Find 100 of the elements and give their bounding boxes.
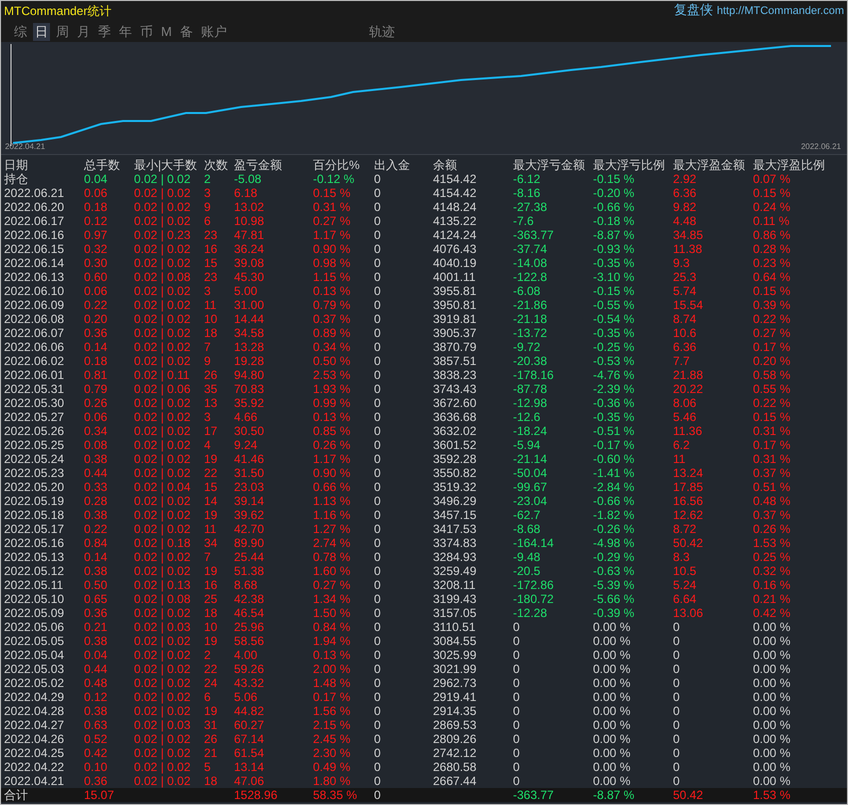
lots-cell-text: 0.38 [84,564,108,578]
tab[interactable]: 轨迹 [366,22,397,40]
tab[interactable]: 月 [75,22,92,40]
balance-cell-text: 3157.05 [433,606,478,620]
max-float-profit-cell-text: 20.22 [673,382,704,396]
percent-cell-text: 0.17 % [313,690,352,704]
max-float-profit-cell-text: 8.06 [673,396,698,410]
min-max-lots-cell-text: 0.02 | 0.02 [134,550,192,564]
min-max-lots-cell-text: 0.02 | 0.02 [134,200,192,214]
column-header: 出入金 [374,158,411,172]
max-float-loss-percent-cell-text: -0.25 % [593,340,636,354]
deposit-cell-text: 0 [374,298,382,312]
lots-cell-text: 0.42 [84,746,108,760]
tab[interactable]: 综 [12,22,29,40]
max-float-loss-cell-text: 0 [513,746,521,760]
max-float-profit-percent-cell-text: 0.64 % [753,270,792,284]
max-float-loss-cell-text: -27.38 [513,200,548,214]
profit-cell-text: 41.46 [234,452,266,466]
percent-cell-text: 0.13 % [313,284,352,298]
min-max-lots-cell-text: 0.02 | 0.02 [134,466,192,480]
tab[interactable]: 日 [33,22,50,40]
max-float-profit-percent-cell-text: 0.37 % [753,508,792,522]
profit-cell-text: 6.18 [234,186,258,200]
tab[interactable]: M [159,22,174,40]
balance-cell-text: 3636.68 [433,410,478,424]
deposit-cell-text: 0 [374,452,382,466]
max-float-loss-cell-text: -363.77 [513,228,555,242]
count-cell-text: 2 [204,172,212,186]
axis-label: 2022.04.21 [5,141,46,153]
balance-cell-text: 2742.12 [433,746,478,760]
balance-cell-text: 2869.53 [433,718,478,732]
balance-cell-text: 3284.93 [433,550,478,564]
lots-cell-text: 0.12 [84,214,108,228]
deposit-cell-text: 0 [374,214,382,228]
min-max-lots-cell-text: 0.02 | 0.03 [134,718,192,732]
date-cell-text: 2022.06.09 [4,298,66,312]
max-float-loss-percent-cell-text: -0.39 % [593,606,636,620]
min-max-lots-cell-text: 0.02 | 0.02 [134,634,192,648]
tab[interactable]: 账户 [198,22,229,40]
min-max-lots-cell-text: 0.02 | 0.02 [134,494,192,508]
min-max-lots-cell-text: 0.02 | 0.02 [134,354,192,368]
count-cell-text: 34 [204,536,218,550]
max-float-profit-percent-cell-text: 0.00 % [753,774,792,788]
balance-cell-text: 3857.51 [433,354,478,368]
balance-cell-text: 3905.37 [433,326,478,340]
app-title: MTCommander统计 [4,3,112,20]
tab[interactable]: 年 [117,22,134,40]
min-max-lots-cell-text: 0.02 | 0.02 [134,564,192,578]
min-max-lots-cell-text: 0.02 | 0.02 [134,508,192,522]
date-cell-text: 2022.06.16 [4,228,66,242]
date-cell-text: 2022.05.09 [4,606,66,620]
lots-cell-text: 0.04 [84,648,108,662]
max-float-profit-cell-text: 9.82 [673,200,698,214]
lots-cell-text: 0.22 [84,522,108,536]
lots-cell-text: 0.52 [84,732,108,746]
max-float-loss-cell-text: -12.28 [513,606,548,620]
count-cell-text: 21 [204,746,218,760]
tab[interactable]: 备 [178,22,195,40]
balance-cell-text: 2680.58 [433,760,478,774]
max-float-profit-cell-text: 16.56 [673,494,704,508]
deposit-cell-text: 0 [374,368,382,382]
max-float-profit-cell-text: 2.92 [673,172,698,186]
date-cell-text: 2022.05.12 [4,564,66,578]
website-link[interactable]: http://MTCommander.com [716,2,844,20]
count-cell-text: 25 [204,592,218,606]
tab[interactable]: 周 [54,22,71,40]
lots-cell-text: 0.50 [84,578,108,592]
axis-label: 2022.06.21 [800,141,841,153]
profit-cell-text: 44.82 [234,704,266,718]
profit-cell-text: 43.32 [234,676,266,690]
count-cell-text: 31 [204,718,218,732]
deposit-cell-text: 0 [374,690,382,704]
count-cell-text: 17 [204,424,218,438]
max-float-loss-percent-cell-text: -5.66 % [593,592,636,606]
tab[interactable]: 季 [96,22,113,40]
balance-cell-text: 2962.73 [433,676,478,690]
percent-cell-text: 0.84 % [313,620,352,634]
min-max-lots-cell-text: 0.02 | 0.04 [134,480,192,494]
max-float-loss-percent-cell-text: 0.00 % [593,620,632,634]
date-cell-text: 2022.05.20 [4,480,66,494]
max-float-profit-cell-text: 4.48 [673,214,698,228]
lots-cell-text: 0.21 [84,620,108,634]
profit-cell-text: 25.44 [234,550,266,564]
max-float-loss-percent-cell-text: -0.20 % [593,186,636,200]
percent-cell-text: 0.37 % [313,312,352,326]
max-float-profit-cell-text: 11.38 [673,242,704,256]
max-float-profit-cell-text: 6.64 [673,592,698,606]
balance-cell-text: 3025.99 [433,648,478,662]
date-cell-text: 2022.05.23 [4,466,66,480]
count-cell-text: 11 [204,298,218,312]
balance-cell-text: 4040.19 [433,256,478,270]
tab[interactable]: 币 [138,22,155,40]
percent-cell-text: 1.17 % [313,452,352,466]
max-float-loss-percent-cell-text: -0.35 % [593,326,636,340]
percent-cell-text: 1.56 % [313,704,352,718]
profit-cell-text: 67.14 [234,732,266,746]
max-float-loss-cell-text: -180.72 [513,592,555,606]
lots-cell-text: 0.14 [84,550,108,564]
max-float-loss-cell-text: -8.68 [513,522,542,536]
count-cell-text: 6 [204,690,212,704]
